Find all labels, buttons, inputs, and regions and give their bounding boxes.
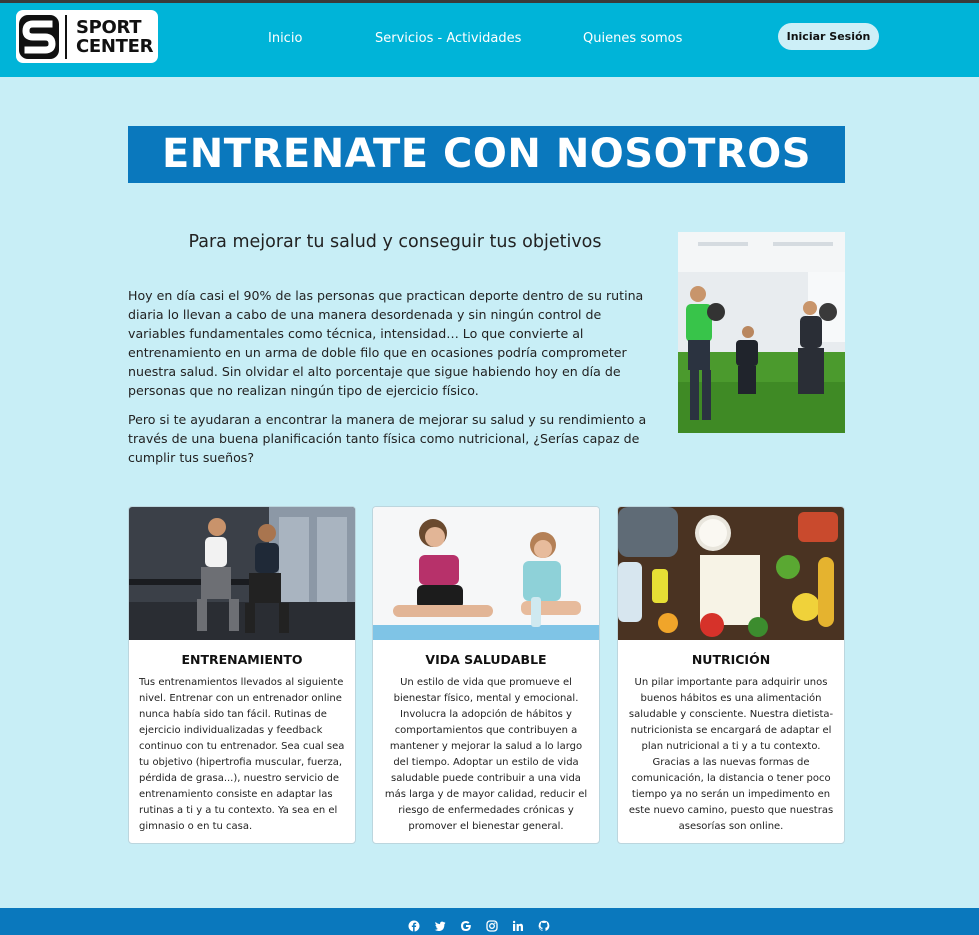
navbar: SPORT CENTER Inicio Servicios - Activida…	[0, 3, 979, 77]
training-photo	[129, 507, 355, 640]
healthy-life-photo	[373, 507, 599, 640]
login-button[interactable]: Iniciar Sesión	[778, 23, 879, 50]
card-text: Un pilar importante para adquirir unos b…	[628, 677, 834, 832]
facebook-icon[interactable]	[408, 920, 420, 932]
card-vida-saludable: VIDA SALUDABLE Un estilo de vida que pro…	[372, 506, 600, 844]
hero-subtitle: Para mejorar tu salud y conseguir tus ob…	[188, 232, 602, 252]
logo-s-mark	[19, 14, 59, 59]
card-text: Un estilo de vida que promueve el bienes…	[384, 677, 588, 832]
hero-title: ENTRENATE CON NOSOTROS	[128, 126, 845, 183]
card-nutricion: NUTRICIÓN Un pilar importante para adqui…	[617, 506, 845, 844]
card-title: VIDA SALUDABLE	[425, 652, 547, 667]
intro-paragraph-1: Hoy en día casi el 90% de las personas q…	[128, 288, 644, 398]
intro-text: Hoy en día casi el 90% de las personas q…	[128, 286, 658, 477]
gym-training-photo	[678, 232, 845, 433]
github-icon[interactable]	[538, 920, 550, 932]
intro-paragraph-2: Pero si te ayudaran a encontrar la maner…	[128, 412, 647, 465]
logo-line-2: CENTER	[76, 35, 154, 57]
linkedin-icon[interactable]	[512, 920, 524, 932]
logo-wordmark: SPORT CENTER	[76, 16, 154, 57]
card-title: ENTRENAMIENTO	[181, 652, 303, 667]
twitter-icon[interactable]	[434, 920, 446, 932]
instagram-icon[interactable]	[486, 920, 498, 932]
nav-link-inicio[interactable]: Inicio	[268, 31, 302, 46]
logo-divider	[65, 14, 67, 59]
footer	[0, 908, 979, 935]
google-icon[interactable]	[460, 920, 472, 932]
nutrition-photo	[618, 507, 844, 640]
brand-logo[interactable]: SPORT CENTER	[16, 10, 158, 63]
card-title: NUTRICIÓN	[691, 652, 771, 667]
card-entrenamiento: ENTRENAMIENTO Tus entrenamientos llevado…	[128, 506, 356, 844]
logo-line-1: SPORT	[76, 16, 142, 38]
nav-link-quienes-somos[interactable]: Quienes somos	[583, 31, 682, 46]
nav-link-servicios[interactable]: Servicios - Actividades	[375, 31, 521, 46]
card-text: Tus entrenamientos llevados al siguiente…	[139, 677, 345, 832]
